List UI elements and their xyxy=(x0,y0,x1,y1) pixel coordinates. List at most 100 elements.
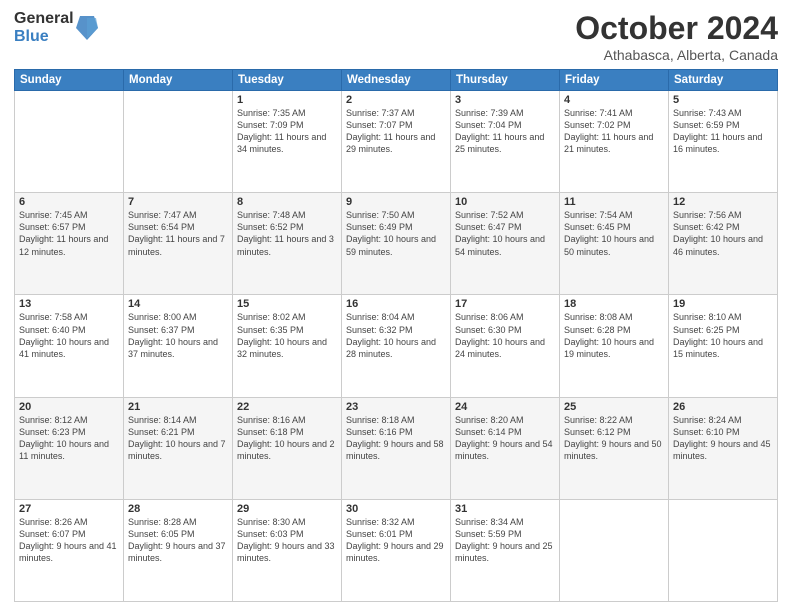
day-number: 15 xyxy=(237,298,337,310)
header-tuesday: Tuesday xyxy=(233,70,342,91)
table-row: 9 Sunrise: 7:50 AMSunset: 6:49 PMDaylight… xyxy=(342,193,451,295)
day-detail: Sunrise: 8:12 AMSunset: 6:23 PMDaylight:… xyxy=(19,415,109,461)
calendar-week-row: 6 Sunrise: 7:45 AMSunset: 6:57 PMDaylight… xyxy=(15,193,778,295)
calendar-header-row: Sunday Monday Tuesday Wednesday Thursday… xyxy=(15,70,778,91)
day-number: 3 xyxy=(455,94,555,106)
day-detail: Sunrise: 8:14 AMSunset: 6:21 PMDaylight:… xyxy=(128,415,226,461)
day-number: 22 xyxy=(237,401,337,413)
header-wednesday: Wednesday xyxy=(342,70,451,91)
day-detail: Sunrise: 7:58 AMSunset: 6:40 PMDaylight:… xyxy=(19,312,109,358)
day-detail: Sunrise: 8:10 AMSunset: 6:25 PMDaylight:… xyxy=(673,312,763,358)
header-saturday: Saturday xyxy=(669,70,778,91)
day-number: 19 xyxy=(673,298,773,310)
day-number: 20 xyxy=(19,401,119,413)
day-detail: Sunrise: 7:52 AMSunset: 6:47 PMDaylight:… xyxy=(455,210,545,256)
header: General Blue October 2024 Athabasca, Alb… xyxy=(14,10,778,63)
table-row: 14 Sunrise: 8:00 AMSunset: 6:37 PMDayligh… xyxy=(124,295,233,397)
day-detail: Sunrise: 7:39 AMSunset: 7:04 PMDaylight:… xyxy=(455,108,544,154)
day-number: 9 xyxy=(346,196,446,208)
table-row: 3 Sunrise: 7:39 AMSunset: 7:04 PMDaylight… xyxy=(451,91,560,193)
day-number: 5 xyxy=(673,94,773,106)
day-number: 2 xyxy=(346,94,446,106)
logo-blue: Blue xyxy=(14,28,74,46)
day-number: 4 xyxy=(564,94,664,106)
header-friday: Friday xyxy=(560,70,669,91)
day-detail: Sunrise: 8:04 AMSunset: 6:32 PMDaylight:… xyxy=(346,312,436,358)
table-row: 8 Sunrise: 7:48 AMSunset: 6:52 PMDaylight… xyxy=(233,193,342,295)
day-detail: Sunrise: 8:02 AMSunset: 6:35 PMDaylight:… xyxy=(237,312,327,358)
table-row: 25 Sunrise: 8:22 AMSunset: 6:12 PMDayligh… xyxy=(560,397,669,499)
table-row: 18Sunrise: 8:08 AMSunset: 6:28 PMDayligh… xyxy=(560,295,669,397)
day-detail: Sunrise: 8:28 AMSunset: 6:05 PMDaylight:… xyxy=(128,517,226,563)
day-detail: Sunrise: 8:32 AMSunset: 6:01 PMDaylight:… xyxy=(346,517,444,563)
day-number: 10 xyxy=(455,196,555,208)
table-row: 22 Sunrise: 8:16 AMSunset: 6:18 PMDayligh… xyxy=(233,397,342,499)
day-number: 25 xyxy=(564,401,664,413)
header-monday: Monday xyxy=(124,70,233,91)
day-detail: Sunrise: 7:43 AMSunset: 6:59 PMDaylight:… xyxy=(673,108,762,154)
day-detail: Sunrise: 8:22 AMSunset: 6:12 PMDaylight:… xyxy=(564,415,662,461)
day-number: 6 xyxy=(19,196,119,208)
day-number: 12 xyxy=(673,196,773,208)
table-row: 2 Sunrise: 7:37 AMSunset: 7:07 PMDaylight… xyxy=(342,91,451,193)
table-row: 30Sunrise: 8:32 AMSunset: 6:01 PMDayligh… xyxy=(342,499,451,601)
day-detail: Sunrise: 8:30 AMSunset: 6:03 PMDaylight:… xyxy=(237,517,335,563)
day-detail: Sunrise: 8:18 AMSunset: 6:16 PMDaylight:… xyxy=(346,415,444,461)
month-title: October 2024 xyxy=(575,10,778,47)
page: General Blue October 2024 Athabasca, Alb… xyxy=(0,0,792,612)
table-row: 29 Sunrise: 8:30 AMSunset: 6:03 PMDayligh… xyxy=(233,499,342,601)
calendar: Sunday Monday Tuesday Wednesday Thursday… xyxy=(14,69,778,602)
title-block: October 2024 Athabasca, Alberta, Canada xyxy=(575,10,778,63)
table-row: 12 Sunrise: 7:56 AMSunset: 6:42 PMDayligh… xyxy=(669,193,778,295)
day-detail: Sunrise: 8:24 AMSunset: 6:10 PMDaylight:… xyxy=(673,415,771,461)
calendar-week-row: 27Sunrise: 8:26 AMSunset: 6:07 PMDayligh… xyxy=(15,499,778,601)
table-row: 4Sunrise: 7:41 AMSunset: 7:02 PMDaylight… xyxy=(560,91,669,193)
day-number: 27 xyxy=(19,503,119,515)
day-detail: Sunrise: 7:56 AMSunset: 6:42 PMDaylight:… xyxy=(673,210,763,256)
table-row: 13 Sunrise: 7:58 AMSunset: 6:40 PMDayligh… xyxy=(15,295,124,397)
table-row xyxy=(560,499,669,601)
day-number: 24 xyxy=(455,401,555,413)
calendar-week-row: 1 Sunrise: 7:35 AMSunset: 7:09 PMDaylight… xyxy=(15,91,778,193)
day-number: 1 xyxy=(237,94,337,106)
logo: General Blue xyxy=(14,10,98,45)
day-detail: Sunrise: 7:47 AMSunset: 6:54 PMDaylight:… xyxy=(128,210,225,256)
day-number: 23 xyxy=(346,401,446,413)
table-row: 20 Sunrise: 8:12 AMSunset: 6:23 PMDayligh… xyxy=(15,397,124,499)
day-number: 13 xyxy=(19,298,119,310)
table-row: 1 Sunrise: 7:35 AMSunset: 7:09 PMDaylight… xyxy=(233,91,342,193)
table-row: 21Sunrise: 8:14 AMSunset: 6:21 PMDayligh… xyxy=(124,397,233,499)
table-row: 6 Sunrise: 7:45 AMSunset: 6:57 PMDaylight… xyxy=(15,193,124,295)
logo-general: General xyxy=(14,10,74,28)
table-row: 28Sunrise: 8:28 AMSunset: 6:05 PMDayligh… xyxy=(124,499,233,601)
logo-icon xyxy=(76,14,98,42)
day-detail: Sunrise: 8:34 AMSunset: 5:59 PMDaylight:… xyxy=(455,517,553,563)
day-detail: Sunrise: 7:37 AMSunset: 7:07 PMDaylight:… xyxy=(346,108,435,154)
table-row: 5 Sunrise: 7:43 AMSunset: 6:59 PMDaylight… xyxy=(669,91,778,193)
table-row xyxy=(15,91,124,193)
day-number: 14 xyxy=(128,298,228,310)
table-row: 27Sunrise: 8:26 AMSunset: 6:07 PMDayligh… xyxy=(15,499,124,601)
day-detail: Sunrise: 7:50 AMSunset: 6:49 PMDaylight:… xyxy=(346,210,436,256)
calendar-week-row: 20 Sunrise: 8:12 AMSunset: 6:23 PMDayligh… xyxy=(15,397,778,499)
day-detail: Sunrise: 8:16 AMSunset: 6:18 PMDaylight:… xyxy=(237,415,335,461)
table-row xyxy=(124,91,233,193)
day-number: 11 xyxy=(564,196,664,208)
day-detail: Sunrise: 8:08 AMSunset: 6:28 PMDaylight:… xyxy=(564,312,654,358)
table-row: 17Sunrise: 8:06 AMSunset: 6:30 PMDayligh… xyxy=(451,295,560,397)
day-number: 8 xyxy=(237,196,337,208)
day-detail: Sunrise: 7:48 AMSunset: 6:52 PMDaylight:… xyxy=(237,210,334,256)
day-number: 7 xyxy=(128,196,228,208)
day-detail: Sunrise: 7:45 AMSunset: 6:57 PMDaylight:… xyxy=(19,210,108,256)
day-detail: Sunrise: 7:35 AMSunset: 7:09 PMDaylight:… xyxy=(237,108,326,154)
day-number: 17 xyxy=(455,298,555,310)
table-row: 19 Sunrise: 8:10 AMSunset: 6:25 PMDayligh… xyxy=(669,295,778,397)
day-detail: Sunrise: 8:20 AMSunset: 6:14 PMDaylight:… xyxy=(455,415,553,461)
table-row xyxy=(669,499,778,601)
day-detail: Sunrise: 8:00 AMSunset: 6:37 PMDaylight:… xyxy=(128,312,218,358)
day-detail: Sunrise: 7:54 AMSunset: 6:45 PMDaylight:… xyxy=(564,210,654,256)
table-row: 7 Sunrise: 7:47 AMSunset: 6:54 PMDaylight… xyxy=(124,193,233,295)
day-number: 26 xyxy=(673,401,773,413)
day-number: 29 xyxy=(237,503,337,515)
location-title: Athabasca, Alberta, Canada xyxy=(575,47,778,63)
